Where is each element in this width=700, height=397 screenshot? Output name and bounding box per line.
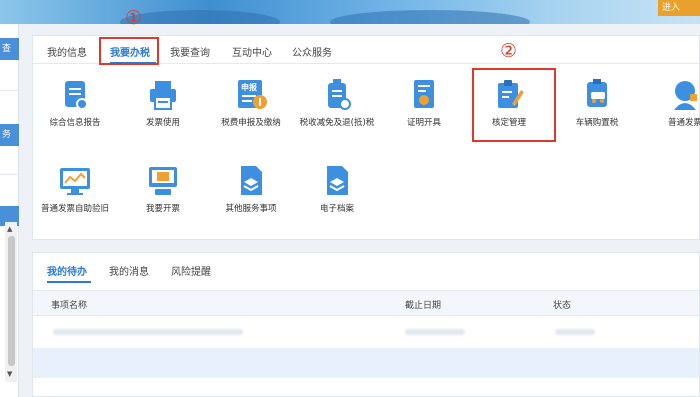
divider [0, 90, 19, 91]
service-label: 车辆购置税 [575, 118, 619, 128]
service-info-report[interactable]: 综合信息报告 [30, 78, 120, 129]
services-panel: 我的信息 我要办税 我要查询 互动中心 公众服务 综合信息报告 发票使用 申报 … [32, 35, 700, 240]
tab-interaction[interactable]: 互动中心 [232, 44, 272, 59]
step1-marker: ① [125, 7, 143, 29]
service-label: 税费申报及缴纳 [221, 118, 281, 128]
tab-my-todo[interactable]: 我的待办 [47, 263, 87, 278]
service-label: 税收减免及退(抵)税 [299, 118, 375, 128]
blurred-cell [405, 329, 465, 335]
declare-icon: 申报 [234, 78, 268, 112]
service-tax-declare[interactable]: 申报 税费申报及缴纳 [206, 78, 296, 129]
certificate-icon [407, 78, 441, 112]
tab-query[interactable]: 我要查询 [170, 44, 210, 59]
service-invoice-use[interactable]: 发票使用 [118, 78, 208, 129]
tax-refund-icon [320, 78, 354, 112]
column-header-status: 状态 [553, 301, 572, 311]
terminal-icon [146, 164, 180, 198]
service-label: 我要开票 [145, 204, 180, 214]
service-general-invoice[interactable]: 普通发票 [640, 78, 700, 129]
printer-icon [146, 78, 180, 112]
enter-button[interactable]: 进入 [658, 0, 700, 16]
service-label: 电子档案 [319, 204, 354, 214]
service-certificate[interactable]: 证明开具 [379, 78, 469, 129]
service-other-matters[interactable]: 其他服务事项 [206, 164, 296, 215]
support-icon [668, 78, 700, 112]
table-header: 事项名称 截止日期 状态 [33, 290, 699, 316]
service-label: 其他服务事项 [225, 204, 277, 214]
service-e-archive[interactable]: 电子档案 [292, 164, 382, 215]
tab-risk-alerts[interactable]: 风险提醒 [171, 263, 211, 278]
tab-my-messages[interactable]: 我的消息 [109, 263, 149, 278]
report-icon [58, 78, 92, 112]
divider [0, 174, 19, 175]
column-header-item-name: 事项名称 [51, 301, 88, 311]
todo-panel: 我的待办 我的消息 风险提醒 事项名称 截止日期 状态 [32, 252, 700, 397]
service-label: 证明开具 [406, 118, 441, 128]
highlight-box-step2 [472, 68, 556, 142]
table-row[interactable] [33, 317, 699, 347]
scroll-down-arrow[interactable]: ▼ [7, 370, 12, 378]
service-tax-refund[interactable]: 税收减免及退(抵)税 [292, 78, 382, 129]
service-label: 发票使用 [145, 118, 180, 128]
service-label: 综合信息报告 [49, 118, 101, 128]
blurred-cell [555, 329, 595, 335]
banner-hill [120, 10, 280, 24]
declare-badge: 申报 [241, 83, 257, 92]
monitor-chart-icon [58, 164, 92, 198]
highlight-box-step1 [99, 37, 159, 65]
archive-icon [320, 164, 354, 198]
sidebar-item-service[interactable]: 务 [0, 124, 19, 146]
active-tab-indicator [47, 281, 91, 283]
sidebar-item-query[interactable]: 查 [0, 38, 19, 60]
service-label: 普通发票自助验旧 [40, 204, 109, 214]
tab-public-service[interactable]: 公众服务 [292, 44, 332, 59]
column-header-deadline: 截止日期 [405, 301, 442, 311]
car-icon [580, 78, 614, 112]
document-stack-icon [234, 164, 268, 198]
tab-my-info[interactable]: 我的信息 [47, 44, 87, 59]
scroll-up-arrow[interactable]: ▲ [7, 225, 12, 233]
table-row[interactable] [33, 348, 699, 378]
service-issue-invoice[interactable]: 我要开票 [118, 164, 208, 215]
blurred-cell [53, 329, 243, 335]
step2-marker: ② [500, 40, 518, 62]
scrollbar-thumb[interactable] [8, 236, 15, 366]
banner-hill [330, 10, 530, 24]
top-banner: 进入 [0, 0, 700, 24]
service-vehicle-purchase-tax[interactable]: 车辆购置税 [552, 78, 642, 129]
service-invoice-self-check[interactable]: 普通发票自助验旧 [30, 164, 120, 215]
service-label: 普通发票 [667, 118, 700, 128]
